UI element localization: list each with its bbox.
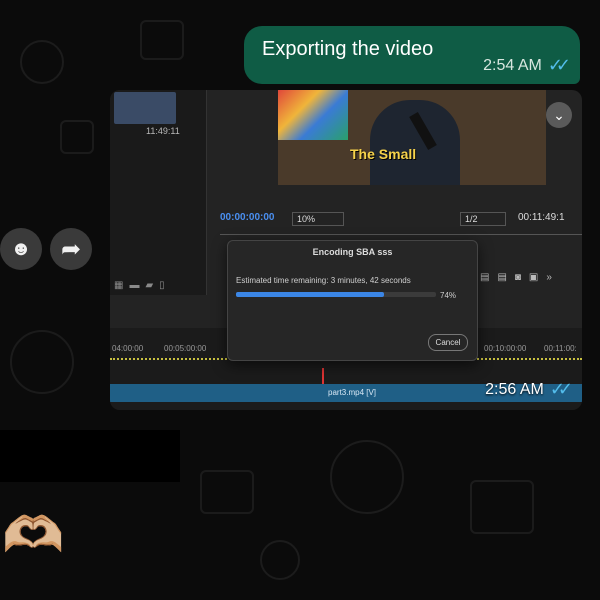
wallpaper-doodle: [260, 540, 300, 580]
wallpaper-doodle: [470, 480, 534, 534]
react-emoji-button[interactable]: ☻: [0, 228, 42, 270]
progress-fill: [236, 292, 384, 297]
redacted-message: [0, 430, 180, 482]
wallpaper-doodle: [330, 440, 404, 514]
cancel-button: Cancel: [428, 334, 468, 351]
message-time: 2:54 AM: [483, 56, 542, 74]
message-meta: 2:54 AM ✓✓: [483, 55, 571, 76]
thumbnail-timecode: 11:49:11: [146, 126, 180, 136]
timeline-tick: 00:10:00:00: [484, 344, 527, 353]
image-message-meta: 2:56 AM ✓✓: [485, 379, 573, 400]
clip-label: part3.mp4 [V]: [328, 388, 377, 397]
progress-percent: 74%: [440, 291, 457, 300]
download-icon[interactable]: ⌄: [546, 102, 572, 128]
wall-art: [278, 90, 348, 140]
timeline-tick: 04:00:00: [112, 344, 144, 353]
forward-button[interactable]: ➦: [50, 228, 92, 270]
encoding-dialog: Encoding SBA sss Estimated time remainin…: [227, 240, 478, 361]
sent-message-bubble[interactable]: Exporting the video 2:54 AM ✓✓: [244, 26, 580, 84]
clip-thumbnail: [114, 92, 176, 124]
panel-tools-icon: ▦▬▰▯: [114, 280, 171, 291]
wallpaper-doodle: [60, 120, 94, 154]
forward-arrow-icon: ➦: [60, 235, 82, 263]
resolution-select: 1/2: [460, 212, 506, 226]
wallpaper-doodle: [140, 20, 184, 60]
message-text: Exporting the video: [262, 38, 434, 60]
wallpaper-doodle: [20, 40, 64, 84]
video-preview: The Small: [278, 90, 546, 185]
project-panel: 11:49:11 ▦▬▰▯: [110, 90, 207, 295]
estimated-time: Estimated time remaining: 3 minutes, 42 …: [236, 276, 411, 285]
program-timecode: 00:00:00:00: [220, 212, 275, 223]
transport-tools-icon: ▤▤◙▣»: [480, 272, 560, 283]
read-ticks-icon: ✓✓: [549, 379, 573, 399]
progress-bar: [236, 292, 436, 297]
duration-timecode: 00:11:49:1: [518, 212, 565, 223]
timeline-tick: 00:11:00:: [544, 344, 577, 353]
read-ticks-icon: ✓✓: [547, 55, 571, 75]
dialog-title: Encoding SBA sss: [312, 247, 393, 257]
timeline-tick: 00:05:00:00: [164, 344, 207, 353]
video-caption: The Small: [350, 146, 417, 162]
wallpaper-doodle: [200, 470, 254, 514]
smiley-icon: ☻: [10, 237, 32, 260]
zoom-select: 10%: [292, 212, 344, 226]
wallpaper-doodle: [10, 330, 74, 394]
message-time: 2:56 AM: [485, 380, 544, 398]
heart-hands-emoji[interactable]: 🫶🏼: [2, 505, 64, 565]
